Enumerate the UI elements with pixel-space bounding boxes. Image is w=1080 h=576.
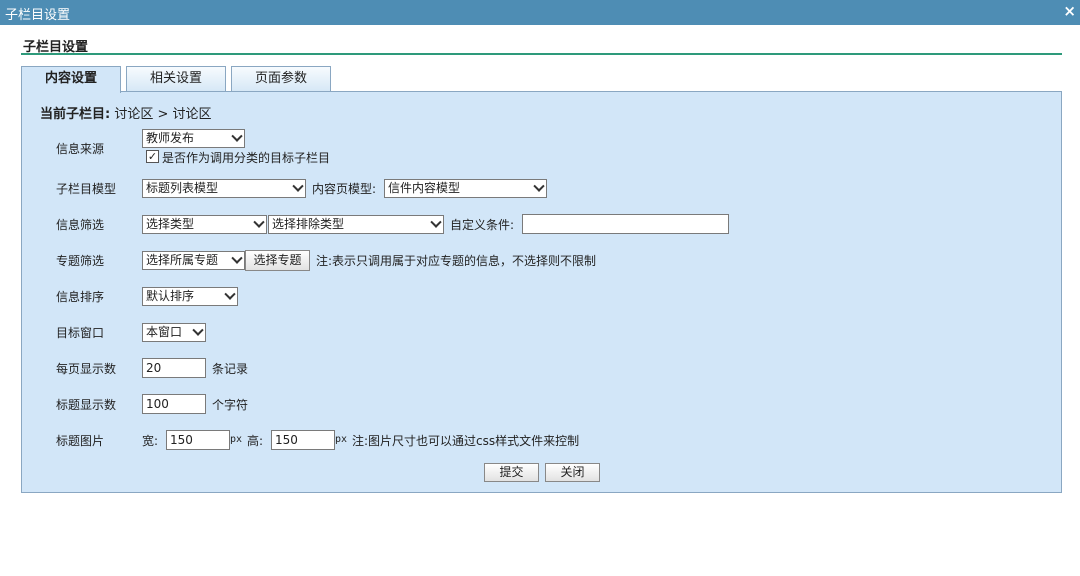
target-window-select[interactable]: 本窗口 [142, 323, 206, 342]
chevron-down-icon [292, 180, 304, 192]
image-note: 注:图片尺寸也可以通过css样式文件来控制 [352, 434, 580, 448]
target-subcolumn-checkbox[interactable]: ✓ [146, 150, 159, 163]
tab-related-settings[interactable]: 相关设置 [126, 66, 226, 92]
tab-content-settings[interactable]: 内容设置 [21, 66, 121, 93]
title-length-label: 标题显示数 [56, 398, 117, 412]
content-model-label: 内容页模型: [312, 182, 377, 196]
submit-button[interactable]: 提交 [484, 463, 539, 482]
window-titlebar: 子栏目设置 × [0, 0, 1080, 25]
chevron-down-icon [231, 252, 243, 264]
topic-select[interactable]: 选择所属专题 [142, 251, 245, 270]
sort-label: 信息排序 [56, 290, 105, 304]
list-model-select[interactable]: 标题列表模型 [142, 179, 306, 198]
source-select[interactable]: 教师发布 [142, 129, 245, 148]
title-length-suffix: 个字符 [212, 398, 249, 412]
tab-page-params[interactable]: 页面参数 [231, 66, 331, 92]
exclude-type-select[interactable]: 选择排除类型 [268, 215, 444, 234]
checkbox-label: 是否作为调用分类的目标子栏目 [162, 151, 331, 165]
select-topic-button[interactable]: 选择专题 [245, 250, 310, 271]
topic-label: 专题筛选 [56, 254, 105, 268]
per-page-suffix: 条记录 [212, 362, 249, 376]
source-label: 信息来源 [56, 142, 105, 156]
section-divider [21, 53, 1062, 55]
title-length-input[interactable]: 100 [142, 394, 206, 414]
close-button[interactable]: 关闭 [545, 463, 600, 482]
chevron-down-icon [224, 288, 236, 300]
breadcrumb-label: 当前子栏目: [40, 107, 111, 122]
image-width-unit: px [230, 434, 243, 445]
image-height-input[interactable]: 150 [271, 430, 335, 450]
exclude-type-value: 选择排除类型 [272, 217, 345, 231]
chevron-down-icon [231, 130, 243, 142]
per-page-input[interactable]: 20 [142, 358, 206, 378]
title-image-label: 标题图片 [56, 434, 105, 448]
list-model-value: 标题列表模型 [146, 181, 219, 195]
topic-note: 注:表示只调用属于对应专题的信息，不选择则不限制 [316, 254, 597, 268]
content-model-value: 信件内容模型 [388, 181, 461, 195]
image-width-label: 宽: [142, 434, 159, 448]
filter-label: 信息筛选 [56, 218, 105, 232]
content-model-select[interactable]: 信件内容模型 [384, 179, 547, 198]
sort-select-value: 默认排序 [146, 289, 195, 303]
model-label: 子栏目模型 [56, 182, 117, 196]
image-height-unit: px [335, 434, 348, 445]
image-height-label: 高: [247, 434, 264, 448]
type-select[interactable]: 选择类型 [142, 215, 267, 234]
custom-condition-label: 自定义条件: [450, 218, 515, 232]
image-width-input[interactable]: 150 [166, 430, 230, 450]
chevron-down-icon [430, 216, 442, 228]
type-select-value: 选择类型 [146, 217, 195, 231]
chevron-down-icon [192, 324, 204, 336]
target-window-label: 目标窗口 [56, 326, 105, 340]
window-title: 子栏目设置 [5, 8, 71, 23]
chevron-down-icon [533, 180, 545, 192]
topic-select-value: 选择所属专题 [146, 253, 219, 267]
breadcrumb: 当前子栏目: 讨论区 > 讨论区 [40, 103, 212, 122]
chevron-down-icon [253, 216, 265, 228]
close-icon[interactable]: × [1063, 2, 1076, 20]
breadcrumb-path: 讨论区 > 讨论区 [114, 107, 212, 122]
sort-select[interactable]: 默认排序 [142, 287, 238, 306]
per-page-label: 每页显示数 [56, 362, 117, 376]
custom-condition-input[interactable] [522, 214, 729, 234]
content-settings-panel: 当前子栏目: 讨论区 > 讨论区 信息来源 教师发布 ✓ 是否作为调用分类的目标… [21, 91, 1062, 493]
target-window-value: 本窗口 [146, 325, 183, 339]
source-select-value: 教师发布 [146, 131, 195, 145]
